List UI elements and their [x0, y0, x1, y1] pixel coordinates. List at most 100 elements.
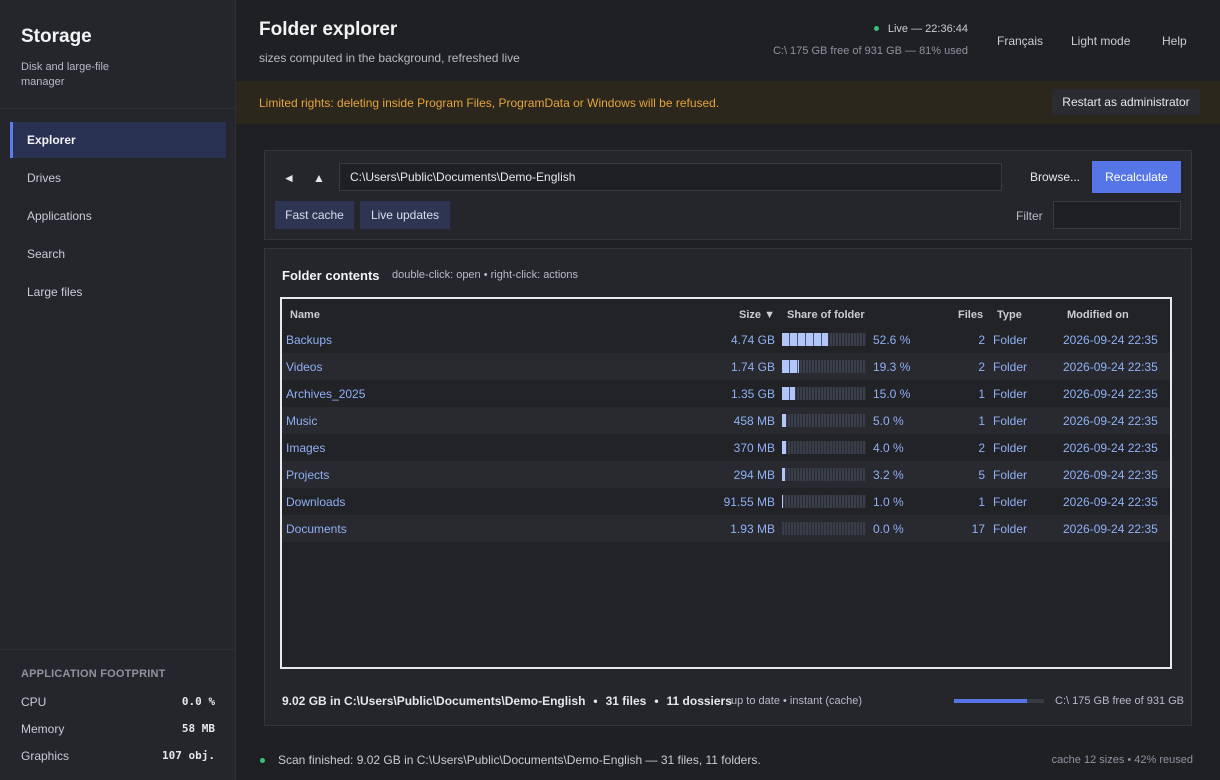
path-input[interactable]	[339, 163, 1002, 191]
share-bar-fill	[782, 414, 786, 427]
row-name: Music	[286, 414, 318, 428]
row-modified: 2026-09-24 22:35	[1063, 495, 1158, 509]
cache-status: cache 12 sizes • 42% reused	[1051, 754, 1193, 766]
row-type: Folder	[993, 495, 1028, 509]
disk-usage-text: C:\ 175 GB free of 931 GB — 81% used	[772, 45, 968, 57]
row-file-count: 17	[971, 522, 985, 536]
row-type: Folder	[993, 441, 1028, 455]
app-subtitle: Disk and large-file manager	[21, 61, 110, 88]
language-link[interactable]: Français	[997, 34, 1043, 48]
row-type: Folder	[993, 522, 1028, 536]
live-status: Live — 22:36:44	[873, 23, 968, 35]
disk-usage-bar	[954, 699, 1044, 703]
footprint-label: Memory	[21, 722, 65, 736]
share-bar	[782, 441, 866, 454]
sidebar-divider	[0, 649, 235, 650]
column-header-modified[interactable]: Modified on	[1067, 309, 1129, 321]
sidebar-item-drives[interactable]: Drives	[10, 160, 226, 196]
row-file-count: 2	[978, 360, 985, 374]
sidebar-item-search[interactable]: Search	[10, 236, 226, 272]
page-subtitle: sizes computed in the background, refres…	[259, 51, 520, 65]
summary-total: 9.02 GB in C:\Users\Public\Documents\Dem…	[282, 694, 586, 708]
row-modified: 2026-09-24 22:35	[1063, 468, 1158, 482]
live-dot-icon	[873, 25, 879, 31]
scan-status: up to date • instant (cache)	[731, 695, 863, 707]
table-row[interactable]: Archives_2025 1.35 GB 15.0 % 1 Folder 2026-09…	[282, 380, 1170, 407]
footprint-graphics: Graphics 107 obj.	[21, 749, 215, 765]
footprint-label: CPU	[21, 695, 47, 709]
warning-text: Limited rights: deleting inside Program …	[259, 96, 720, 110]
browse-button[interactable]: Browse...	[1018, 163, 1092, 191]
column-header-share[interactable]: Share of folder	[787, 309, 865, 321]
row-share-percent: 0.0 %	[873, 522, 904, 536]
footprint-memory: Memory 58 MB	[21, 722, 215, 738]
up-icon[interactable]: ▲	[311, 171, 327, 185]
sidebar-item-applications[interactable]: Applications	[10, 198, 226, 234]
row-name: Backups	[286, 333, 333, 347]
table-row[interactable]: Projects 294 MB 3.2 % 5 Folder 2026-09-24 22:…	[282, 461, 1170, 488]
footprint-title: APPLICATION FOOTPRINT	[21, 668, 166, 680]
theme-toggle-link[interactable]: Light mode	[1071, 34, 1130, 48]
share-bar	[782, 522, 866, 535]
live-updates-toggle[interactable]: Live updates	[360, 201, 450, 229]
summary-files: 31 files	[605, 694, 647, 708]
live-status-text: Live — 22:36:44	[887, 23, 968, 35]
column-header-name[interactable]: Name	[290, 309, 320, 321]
fast-cache-toggle[interactable]: Fast cache	[275, 201, 354, 229]
contents-table[interactable]: Name Size ▼ Share of folder Files Type M…	[280, 297, 1172, 669]
row-modified: 2026-09-24 22:35	[1063, 414, 1158, 428]
page-title: Folder explorer	[259, 19, 398, 40]
table-row[interactable]: Downloads 91.55 MB 1.0 % 1 Folder 2026-09-24 …	[282, 488, 1170, 515]
share-bar-fill	[782, 441, 786, 454]
restart-admin-button[interactable]: Restart as administrator	[1052, 89, 1200, 115]
footprint-value: 0.0 %	[181, 695, 215, 708]
row-name: Documents	[286, 522, 347, 536]
column-header-type[interactable]: Type	[997, 309, 1022, 321]
filter-input[interactable]	[1053, 201, 1181, 229]
share-bar-fill	[782, 360, 799, 373]
table-row[interactable]: Videos 1.74 GB 19.3 % 2 Folder 2026-09-24 22:…	[282, 353, 1170, 380]
column-header-size[interactable]: Size ▼	[739, 309, 775, 321]
row-size: 1.35 GB	[730, 387, 775, 401]
row-name: Archives_2025	[286, 387, 366, 401]
row-modified: 2026-09-24 22:35	[1063, 441, 1158, 455]
row-share-percent: 1.0 %	[873, 495, 904, 509]
sidebar-item-explorer[interactable]: Explorer	[10, 122, 226, 158]
disk-usage-fill	[954, 699, 1027, 703]
row-size: 4.74 GB	[730, 333, 775, 347]
row-share-percent: 5.0 %	[873, 414, 904, 428]
table-row[interactable]: Documents 1.93 MB 0.0 % 17 Folder 2026-09-24 …	[282, 515, 1170, 542]
row-share-percent: 15.0 %	[873, 387, 911, 401]
share-bar-fill	[782, 468, 785, 481]
help-link[interactable]: Help	[1162, 34, 1187, 48]
rights-warning-banner: Limited rights: deleting inside Program …	[236, 81, 1220, 124]
row-file-count: 2	[978, 333, 985, 347]
share-bar	[782, 360, 866, 373]
footprint-label: Graphics	[21, 749, 70, 763]
summary-separator: •	[654, 694, 659, 708]
row-modified: 2026-09-24 22:35	[1063, 333, 1158, 347]
table-row[interactable]: Images 370 MB 4.0 % 2 Folder 2026-09-24 22:35	[282, 434, 1170, 461]
footprint-value: 58 MB	[181, 722, 215, 735]
share-bar-fill	[782, 333, 828, 346]
recalculate-button[interactable]: Recalculate	[1092, 161, 1181, 193]
share-bar	[782, 495, 866, 508]
folder-contents-hint: double-click: open • right-click: action…	[392, 269, 579, 281]
column-header-files[interactable]: Files	[958, 309, 983, 321]
summary-separator: •	[593, 694, 598, 708]
sidebar-item-large-files[interactable]: Large files	[10, 274, 226, 310]
share-bar	[782, 468, 866, 481]
app-title: Storage	[21, 26, 92, 47]
back-icon[interactable]: ◄	[281, 171, 297, 185]
row-share-percent: 4.0 %	[873, 441, 904, 455]
table-row[interactable]: Backups 4.74 GB 52.6 % 2 Folder 2026-09-24 22…	[282, 326, 1170, 353]
share-bar-fill	[782, 387, 795, 400]
sidebar: Storage Disk and large-file manager Expl…	[0, 0, 236, 780]
share-bar	[782, 387, 866, 400]
row-type: Folder	[993, 414, 1028, 428]
row-size: 91.55 MB	[723, 495, 775, 509]
row-file-count: 1	[978, 414, 985, 428]
table-row[interactable]: Music 458 MB 5.0 % 1 Folder 2026-09-24 22:35	[282, 407, 1170, 434]
row-name: Projects	[286, 468, 330, 482]
share-bar-fill	[782, 495, 783, 508]
